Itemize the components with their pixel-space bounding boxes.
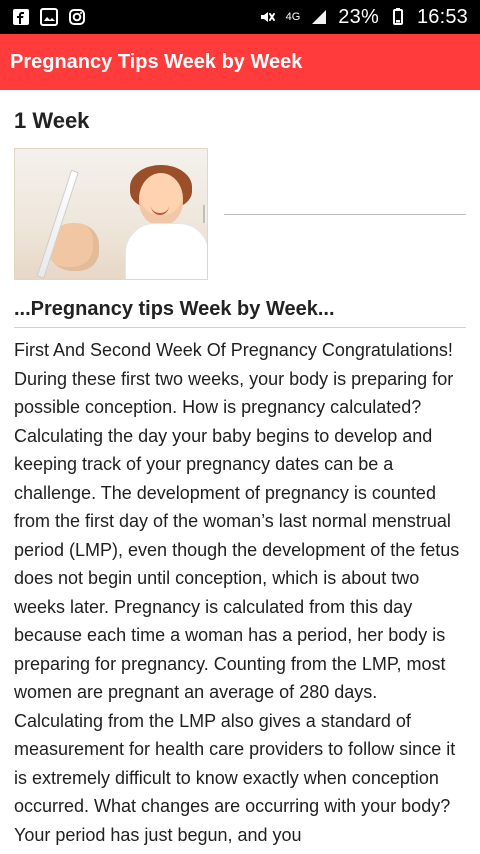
- status-bar: 4G 23% 16:53: [0, 0, 480, 34]
- section-divider: [14, 327, 466, 328]
- hero-row: [14, 148, 466, 280]
- week-title: 1 Week: [14, 108, 90, 133]
- app-title: Pregnancy Tips Week by Week: [10, 50, 303, 73]
- clock: 16:53: [416, 5, 468, 28]
- signal-icon: [310, 8, 328, 26]
- mute-icon: [258, 8, 276, 26]
- network-type: 4G: [285, 11, 301, 23]
- hero-image: [14, 148, 208, 280]
- content: 1 Week ...Pregnancy tips Week by Week...…: [0, 90, 480, 849]
- photo-icon: [40, 8, 58, 26]
- battery-percent: 23%: [338, 5, 379, 28]
- instagram-icon: [68, 8, 86, 26]
- status-right: 4G 23% 16:53: [258, 6, 468, 29]
- hero-divider: [224, 213, 466, 215]
- article-body: First And Second Week Of Pregnancy Congr…: [14, 340, 460, 845]
- app-bar: Pregnancy Tips Week by Week: [0, 34, 480, 90]
- section-title: ...Pregnancy tips Week by Week...: [14, 298, 335, 320]
- battery-icon: [389, 8, 407, 26]
- status-left: [12, 8, 86, 26]
- facebook-icon: [12, 8, 30, 26]
